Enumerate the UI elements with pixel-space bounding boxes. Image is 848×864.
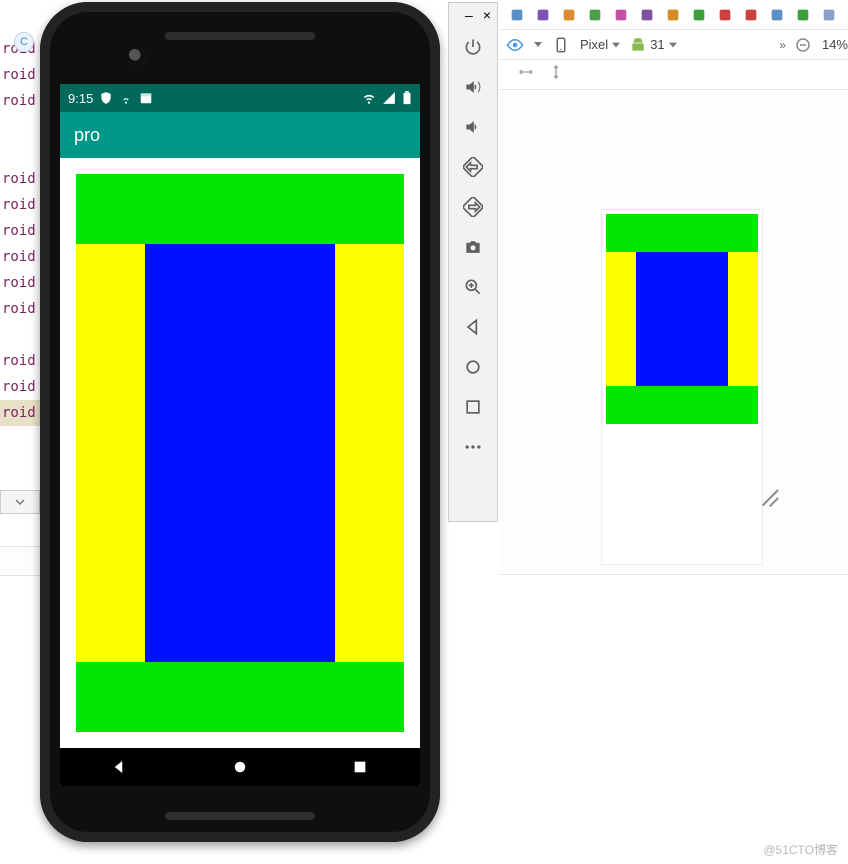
rotate-left-icon[interactable] xyxy=(453,147,493,187)
close-button[interactable]: × xyxy=(483,7,491,23)
design-toolbar: Pixel 31 » 14% xyxy=(500,30,848,60)
camera-icon[interactable] xyxy=(453,227,493,267)
nav-back-button[interactable] xyxy=(105,758,135,776)
center-view xyxy=(145,244,335,662)
pan-vertical-icon[interactable] xyxy=(548,64,564,85)
clock-label: 9:15 xyxy=(68,91,93,106)
ide-main-toolbar xyxy=(500,0,848,30)
stop-icon[interactable] xyxy=(740,4,762,26)
code-line xyxy=(0,140,40,166)
rotate-right-icon[interactable] xyxy=(453,187,493,227)
overview-icon[interactable] xyxy=(453,387,493,427)
emulator-device-frame: 9:15 pro xyxy=(40,2,440,842)
code-line xyxy=(0,114,40,140)
nav-recent-button[interactable] xyxy=(345,759,375,775)
code-line: roid xyxy=(0,400,40,426)
app-title-bar: pro xyxy=(60,112,420,158)
nav-home-button[interactable] xyxy=(225,758,255,776)
center-view xyxy=(636,252,727,386)
hammer-icon[interactable] xyxy=(636,4,658,26)
code-line: roid xyxy=(0,374,40,400)
code-line: roid xyxy=(0,296,40,322)
calendar-icon xyxy=(139,91,153,105)
code-line: roid xyxy=(0,348,40,374)
editor-tab-badge[interactable]: C xyxy=(14,32,34,52)
preview-layout xyxy=(606,214,758,424)
stack-icon[interactable] xyxy=(532,4,554,26)
volume-up-icon[interactable] xyxy=(453,67,493,107)
zoom-in-icon[interactable] xyxy=(453,267,493,307)
layers-icon[interactable] xyxy=(558,4,580,26)
code-line: roid xyxy=(0,88,40,114)
watermark-label: @51CTO博客 xyxy=(763,841,838,858)
device-dropdown-label: Pixel xyxy=(580,37,608,52)
api-dropdown-label: 31 xyxy=(650,37,664,52)
speed-icon[interactable] xyxy=(662,4,684,26)
emulator-side-panel: – × xyxy=(448,2,498,522)
zoom-level-label: 14% xyxy=(822,37,848,52)
api-dropdown[interactable]: 31 xyxy=(630,37,676,53)
speaker-icon xyxy=(165,812,315,820)
app-title-label: pro xyxy=(74,125,100,146)
wifi-half-icon xyxy=(119,91,133,105)
mid-row xyxy=(76,244,404,662)
bottom-bar-view xyxy=(76,662,404,732)
code-line: roid xyxy=(0,192,40,218)
code-line: roid xyxy=(0,218,40,244)
device-dropdown[interactable]: Pixel xyxy=(580,37,620,52)
minimize-button[interactable]: – xyxy=(465,7,473,23)
tree-icon[interactable] xyxy=(584,4,606,26)
resize-handle-icon[interactable] xyxy=(754,470,778,494)
back-icon[interactable] xyxy=(453,307,493,347)
battery-icon xyxy=(402,91,412,105)
code-line xyxy=(0,322,40,348)
top-bar-view xyxy=(606,214,758,252)
pan-horizontal-icon[interactable] xyxy=(518,64,534,85)
cast-icon[interactable] xyxy=(766,4,788,26)
code-line: roid xyxy=(0,62,40,88)
run-icon[interactable] xyxy=(688,4,710,26)
device-icon xyxy=(552,36,570,54)
profiler-icon[interactable] xyxy=(818,4,840,26)
select-icon[interactable] xyxy=(506,4,528,26)
device-screen: 9:15 pro xyxy=(60,84,420,786)
top-bar-view xyxy=(76,174,404,244)
status-bar: 9:15 xyxy=(60,84,420,112)
code-line: roid xyxy=(0,270,40,296)
wifi-icon xyxy=(362,91,376,105)
signal-icon xyxy=(382,91,396,105)
code-line: roid xyxy=(0,244,40,270)
design-pan-toolbar xyxy=(500,60,848,90)
app-content[interactable] xyxy=(60,158,420,748)
speaker-icon xyxy=(165,32,315,40)
design-surface[interactable] xyxy=(500,90,848,574)
expand-panel-button[interactable] xyxy=(0,490,40,514)
chevron-down-icon[interactable] xyxy=(534,42,542,47)
power-icon[interactable] xyxy=(453,27,493,67)
ide-lower-panel xyxy=(500,574,848,864)
eye-icon[interactable] xyxy=(506,36,524,54)
layout-preview[interactable] xyxy=(602,210,762,564)
code-line: roid xyxy=(0,166,40,192)
shield-icon xyxy=(99,91,113,105)
palette-icon[interactable] xyxy=(610,4,632,26)
volume-down-icon[interactable] xyxy=(453,107,493,147)
expand-button[interactable]: » xyxy=(779,38,784,52)
bottom-bar-view xyxy=(606,386,758,424)
demo-layout xyxy=(76,174,404,732)
zoom-out-icon[interactable] xyxy=(794,36,812,54)
camera-icon xyxy=(126,46,148,68)
lint-play-icon[interactable] xyxy=(792,4,814,26)
android-nav-bar xyxy=(60,748,420,786)
home-icon[interactable] xyxy=(453,347,493,387)
more-icon[interactable] xyxy=(453,427,493,467)
attach-icon[interactable] xyxy=(714,4,736,26)
